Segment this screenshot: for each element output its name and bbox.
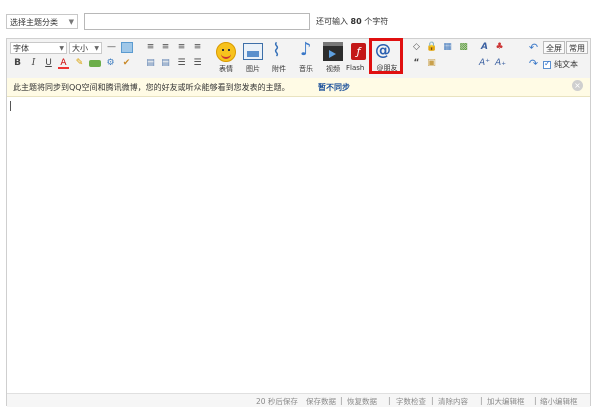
chevron-down-icon: ▼ xyxy=(94,45,99,52)
unordered-list-icon[interactable]: ☰ xyxy=(192,58,203,69)
fullscreen-button[interactable]: 全屏 xyxy=(543,41,565,54)
music-label: 音乐 xyxy=(299,65,313,73)
word-check-link[interactable]: 字数检查 xyxy=(396,396,426,407)
undo-icon[interactable]: ↶ xyxy=(528,42,539,53)
align-left-icon[interactable]: ≡ xyxy=(145,42,156,53)
separator: | xyxy=(431,396,434,405)
redo-icon[interactable]: ↷ xyxy=(528,58,539,69)
clear-content-link[interactable]: 清除内容 xyxy=(438,396,468,407)
insert-icon[interactable]: ▩ xyxy=(458,42,469,53)
float-left-icon[interactable]: ▤ xyxy=(145,58,156,69)
plain-text-checkbox[interactable] xyxy=(543,59,551,69)
save-data-link[interactable]: 保存数据 xyxy=(306,396,336,407)
chevron-down-icon: ▼ xyxy=(68,18,74,26)
flash-label: Flash xyxy=(346,64,365,72)
plain-text-label: 纯文本 xyxy=(554,60,578,69)
close-icon[interactable]: × xyxy=(572,80,583,91)
unlink-icon[interactable]: ⚙ xyxy=(105,58,116,69)
category-select-value: 选择主题分类 xyxy=(10,18,58,27)
superscript-icon[interactable]: A⁺ xyxy=(479,58,490,69)
editor-content-area[interactable] xyxy=(7,97,590,393)
separator: | xyxy=(388,396,391,405)
sync-notice-text: 此主题将同步到QQ空间和腾讯微博，您的好友或听众能够看到您发表的主题。 xyxy=(13,83,290,92)
hide-icon[interactable]: ▣ xyxy=(426,58,437,69)
align-right-icon[interactable]: ≡ xyxy=(176,42,187,53)
attachment-label: 附件 xyxy=(272,65,286,73)
link-icon[interactable] xyxy=(89,60,101,67)
size-select[interactable]: 大小 ▼ xyxy=(69,42,102,54)
at-icon: @ xyxy=(375,40,391,59)
italic-button[interactable]: I xyxy=(28,58,39,69)
title-input[interactable] xyxy=(84,13,310,30)
restore-data-link[interactable]: 恢复数据 xyxy=(347,396,377,407)
align-justify-icon[interactable]: ≡ xyxy=(192,42,203,53)
qq-icon[interactable]: ♣ xyxy=(494,42,505,53)
underline-button[interactable]: U xyxy=(43,58,54,69)
separator: | xyxy=(480,396,483,405)
subscript-icon[interactable]: A₊ xyxy=(495,58,506,69)
skip-sync-link[interactable]: 暂不同步 xyxy=(318,82,350,93)
smiley-icon[interactable] xyxy=(216,42,236,62)
align-center-icon[interactable]: ≡ xyxy=(160,42,171,53)
autosave-countdown: 20 秒后保存 xyxy=(256,397,298,406)
music-note-icon[interactable]: ♪ xyxy=(300,40,312,60)
code-icon[interactable]: ◇ xyxy=(411,42,422,53)
lock-icon[interactable]: 🔒 xyxy=(426,42,437,53)
font-color-button[interactable]: A xyxy=(58,58,69,69)
attachment-icon[interactable]: ⌇ xyxy=(272,41,281,61)
font-style-icon[interactable]: A xyxy=(479,42,490,53)
video-icon[interactable] xyxy=(323,42,343,61)
shrink-editor-link[interactable]: 缩小编辑框 xyxy=(540,396,578,407)
category-select[interactable]: 选择主题分类 ▼ xyxy=(6,14,78,29)
ordered-list-icon[interactable]: ☰ xyxy=(176,58,187,69)
table-icon[interactable]: ▦ xyxy=(442,42,453,53)
remaining-count: 80 xyxy=(350,17,362,26)
remaining-chars: 还可输入 80 个字符 xyxy=(316,17,389,26)
common-button[interactable]: 常用 xyxy=(566,41,588,54)
horizontal-rule-icon[interactable]: — xyxy=(106,42,117,53)
image-icon[interactable] xyxy=(243,43,263,60)
emoticon-label: 表情 xyxy=(219,65,233,73)
mention-friend-label: @朋友 xyxy=(376,64,398,72)
enlarge-editor-link[interactable]: 加大编辑框 xyxy=(487,396,525,407)
separator: | xyxy=(534,396,537,405)
background-color-icon[interactable] xyxy=(121,42,133,53)
quote-icon[interactable]: “ xyxy=(411,58,422,69)
flash-icon[interactable]: ƒ xyxy=(351,43,366,60)
brush-icon[interactable]: ✎ xyxy=(74,58,85,69)
bold-button[interactable]: B xyxy=(12,58,23,69)
font-select[interactable]: 字体 ▼ xyxy=(10,42,67,54)
video-label: 视频 xyxy=(326,65,340,73)
chevron-down-icon: ▼ xyxy=(59,45,64,52)
float-right-icon[interactable]: ▤ xyxy=(160,58,171,69)
separator: | xyxy=(340,396,343,405)
eraser-icon[interactable]: ✔ xyxy=(121,58,132,69)
image-label: 图片 xyxy=(246,65,260,73)
text-caret xyxy=(10,101,11,111)
